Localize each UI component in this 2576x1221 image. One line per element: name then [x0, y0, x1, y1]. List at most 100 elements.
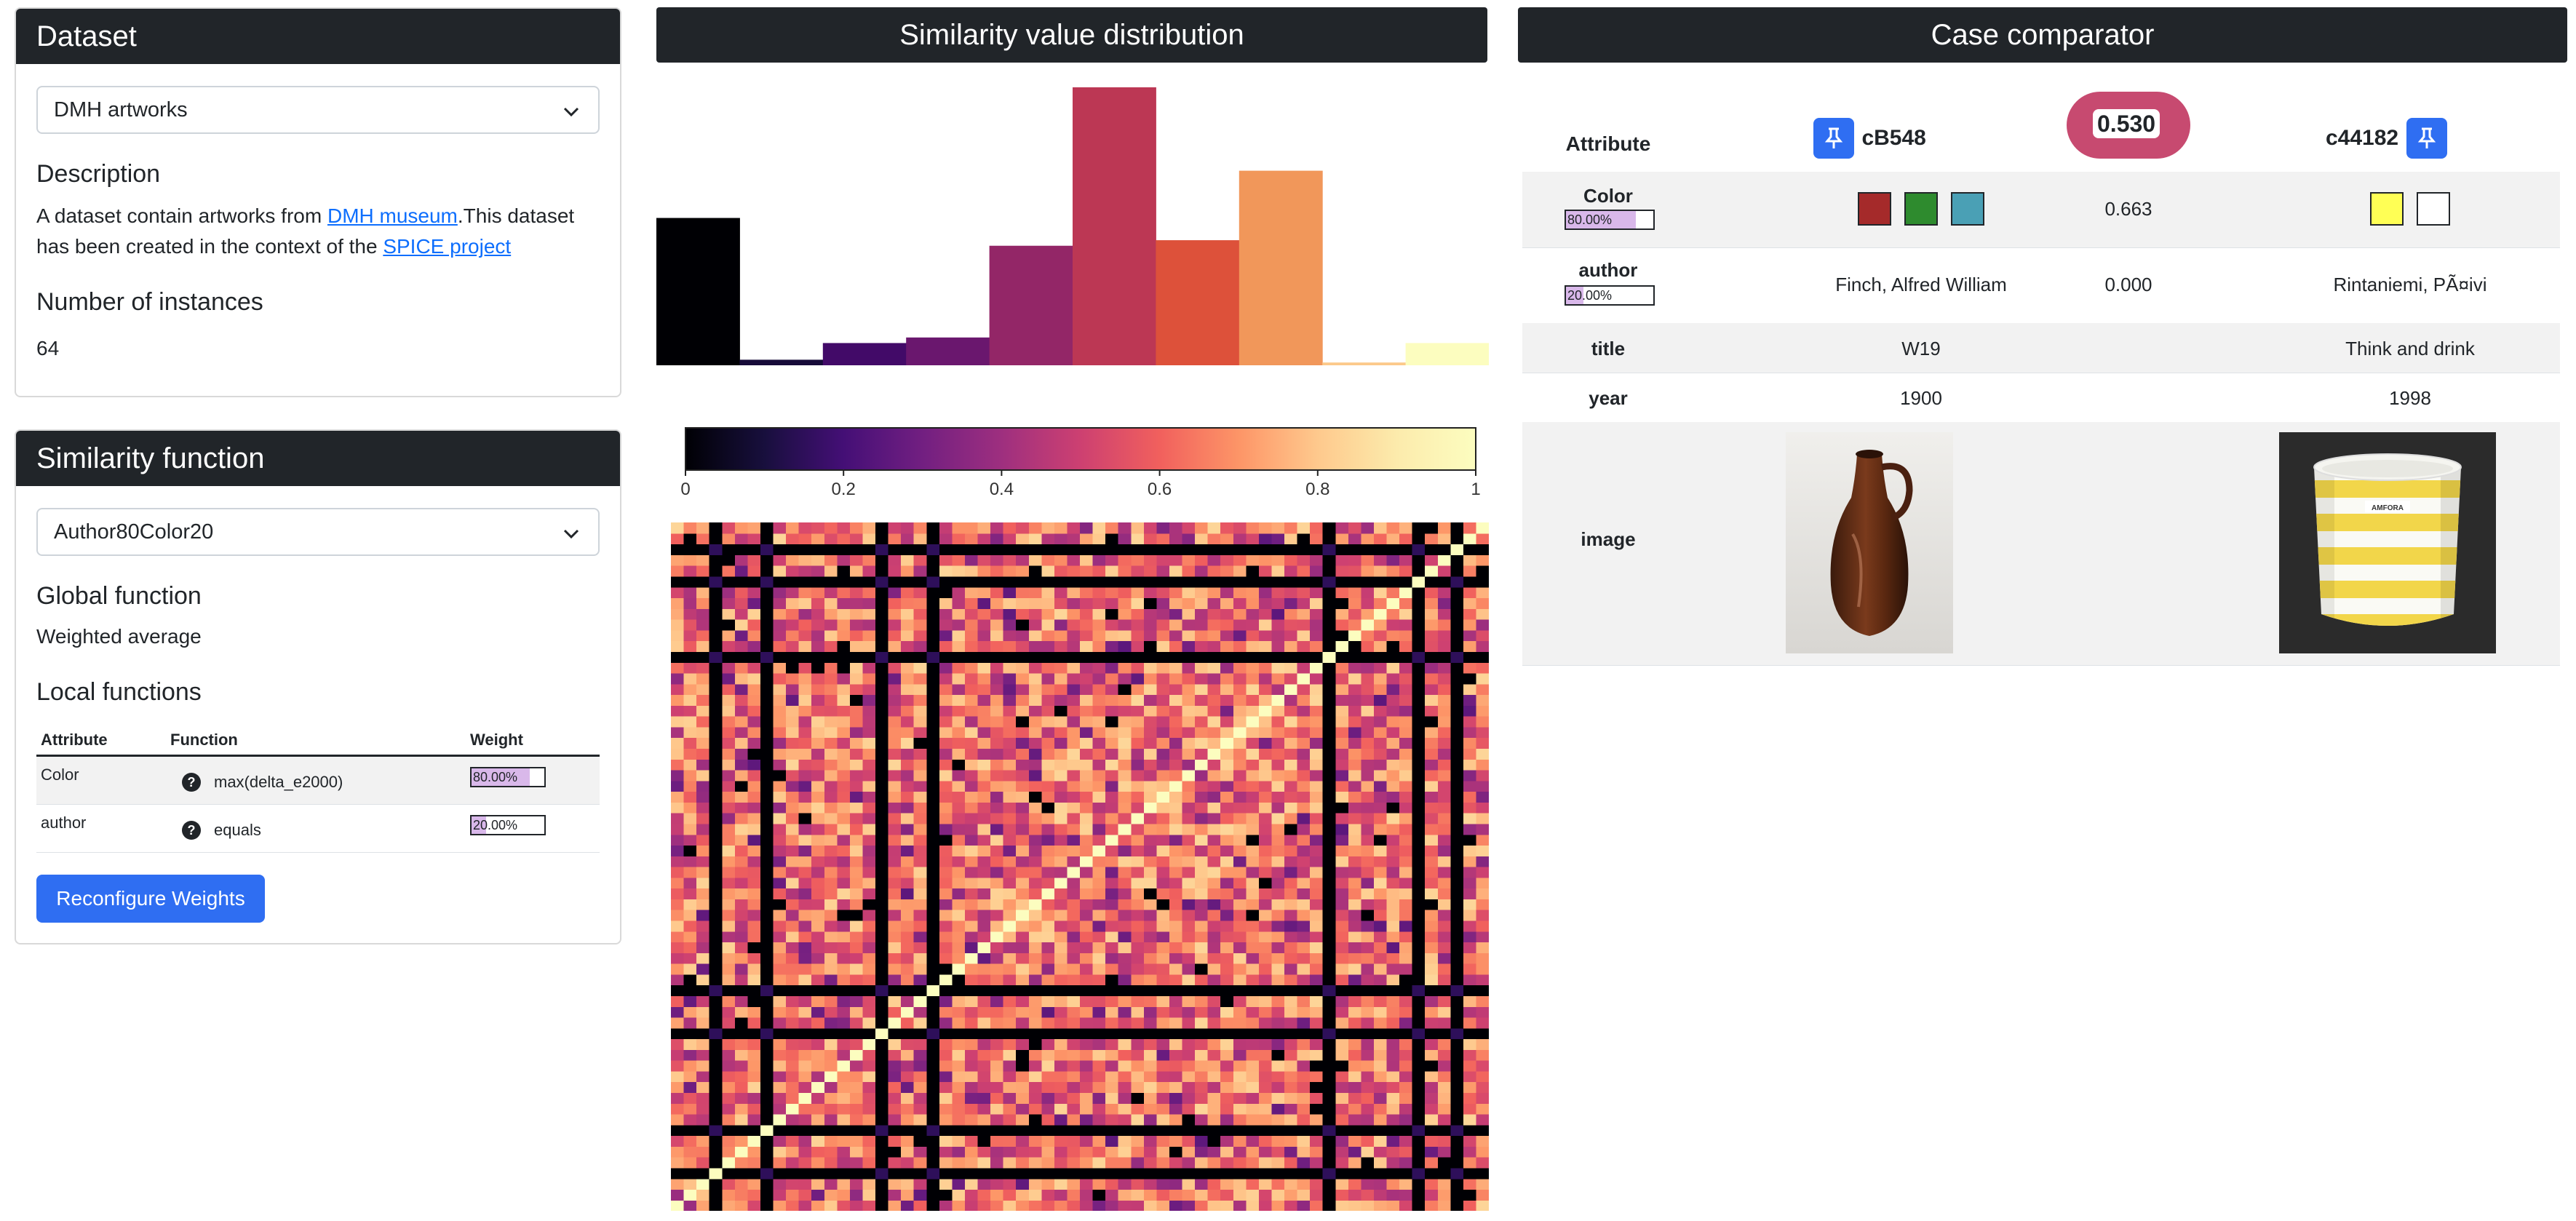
heatmap-cell [977, 877, 991, 889]
heatmap-cell [1092, 565, 1106, 577]
heatmap-cell [1284, 802, 1298, 814]
heatmap-cell [849, 1103, 864, 1115]
heatmap-cell [1425, 640, 1439, 652]
heatmap-cell [1361, 1092, 1375, 1104]
heatmap-cell [1386, 629, 1400, 642]
dataset-select[interactable]: DMH artworks [36, 86, 600, 134]
heatmap-cell [1169, 651, 1183, 663]
heatmap-cell [1361, 1135, 1375, 1147]
heatmap-cell [849, 845, 864, 856]
heatmap-cell [1092, 672, 1106, 685]
heatmap-cell [1080, 899, 1094, 910]
heatmap-cell [798, 1038, 812, 1050]
heatmap-cell [722, 662, 736, 674]
heatmap-cell [990, 856, 1004, 867]
heatmap-cell [1182, 662, 1196, 674]
dmh-museum-link[interactable]: DMH museum [327, 204, 458, 227]
heatmap-cell [1463, 640, 1477, 652]
heatmap-cell [1041, 877, 1055, 889]
help-icon[interactable]: ? [182, 821, 201, 840]
heatmap-cell [1399, 791, 1413, 803]
heatmap-cell [1028, 1060, 1042, 1072]
heatmap-cell [849, 694, 864, 706]
similarity-select[interactable]: Author80Color20 [36, 508, 600, 556]
heatmap-cell [709, 1103, 723, 1115]
heatmap-cell [1016, 737, 1030, 749]
heatmap-cell [1297, 1070, 1311, 1083]
heatmap-cell [901, 522, 915, 534]
heatmap-cell [1322, 845, 1336, 856]
heatmap-cell [1348, 942, 1361, 953]
heatmap-cell [1246, 899, 1260, 910]
reconfigure-weights-button[interactable]: Reconfigure Weights [36, 875, 265, 923]
heatmap-cell [798, 597, 812, 609]
heatmap-cell [1246, 931, 1260, 943]
heatmap-cell [1437, 672, 1451, 685]
heatmap-cell [1143, 1049, 1157, 1061]
heatmap-cell [1156, 672, 1170, 685]
heatmap-cell [1284, 1070, 1298, 1083]
heatmap-cell [1054, 910, 1068, 921]
heatmap-cell [1131, 597, 1145, 609]
heatmap-cell [1246, 888, 1260, 899]
heatmap-cell [1399, 899, 1413, 910]
heatmap-cell [913, 1070, 927, 1083]
heatmap-cell [1233, 533, 1247, 545]
heatmap-cell [1348, 910, 1361, 921]
heatmap-cell [1271, 608, 1285, 620]
heatmap-cell [696, 640, 710, 652]
heatmap-cell [1067, 1081, 1081, 1094]
heatmap-cell [1437, 554, 1451, 566]
heatmap-cell [786, 1006, 800, 1018]
pin-button-left[interactable] [1813, 118, 1854, 159]
heatmap-cell [1028, 683, 1042, 696]
heatmap-cell [1310, 995, 1324, 1007]
heatmap-cell [786, 1178, 800, 1190]
heatmap-cell [1284, 1189, 1298, 1201]
heatmap-cell [734, 640, 748, 652]
heatmap-cell [786, 823, 800, 835]
help-icon[interactable]: ? [182, 773, 201, 792]
heatmap-cell [1425, 586, 1439, 599]
spice-project-link[interactable]: SPICE project [383, 235, 511, 258]
heatmap-cell [1220, 769, 1234, 781]
heatmap-cell [1131, 780, 1145, 792]
heatmap-cell [1169, 662, 1183, 674]
heatmap-cell [1092, 1167, 1106, 1180]
heatmap-cell [990, 1081, 1004, 1094]
heatmap-cell [1092, 629, 1106, 642]
heatmap-cell [1118, 759, 1132, 771]
heatmap-cell [1271, 1167, 1285, 1180]
heatmap-cell [1310, 888, 1324, 899]
heatmap-cell [760, 651, 774, 663]
heatmap-cell [1169, 533, 1183, 545]
heatmap-cell [1463, 565, 1477, 577]
heatmap-cell [683, 748, 697, 760]
heatmap-cell [1437, 1135, 1451, 1147]
heatmap-cell [1399, 716, 1413, 728]
heatmap-cell [1386, 931, 1400, 943]
heatmap-cell [798, 920, 812, 932]
heatmap-cell [1169, 952, 1183, 964]
heatmap-cell [734, 694, 748, 706]
pin-button-right[interactable] [2406, 118, 2447, 159]
heatmap-cell [1246, 1157, 1260, 1169]
heatmap-cell [862, 877, 876, 889]
heatmap-cell [939, 683, 953, 696]
heatmap-cell [1373, 1200, 1388, 1211]
heatmap-cell [1067, 823, 1081, 835]
heatmap-cell [913, 759, 927, 771]
heatmap-cell [1373, 813, 1388, 824]
heatmap-cell [1195, 888, 1209, 899]
heatmap-cell [1118, 597, 1132, 609]
heatmap-cell [1054, 974, 1068, 986]
heatmap-cell [1399, 834, 1413, 846]
heatmap-cell [1143, 694, 1157, 706]
heatmap-cell [1054, 694, 1068, 706]
heatmap-cell [1080, 737, 1094, 749]
heatmap-cell [824, 759, 838, 771]
heatmap-cell [1028, 780, 1042, 792]
similarity-heatmap[interactable] [671, 522, 1489, 1211]
heatmap-cell [824, 1124, 838, 1137]
heatmap-cell [1476, 910, 1489, 921]
